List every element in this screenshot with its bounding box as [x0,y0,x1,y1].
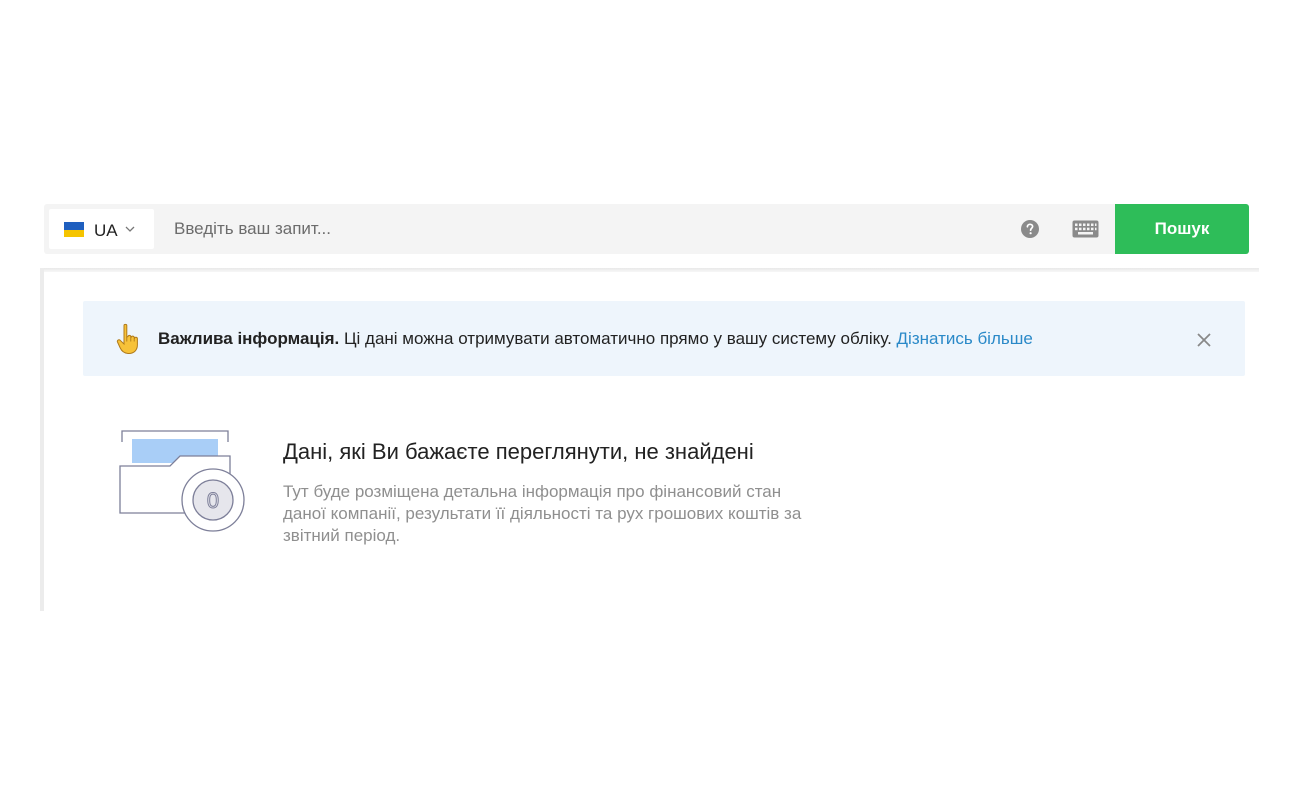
banner-text: Ці дані можна отримувати автоматично пря… [339,329,897,348]
keyboard-icon[interactable] [1072,220,1099,238]
pointing-up-hand-icon [116,323,138,355]
empty-state-description: Тут буде розміщена детальна інформація п… [283,482,802,545]
search-bar: UA Пошук [44,204,1249,254]
empty-state-title: Дані, які Ви бажаєте переглянути, не зна… [283,439,754,464]
banner-message: Важлива інформація. Ці дані можна отриму… [158,329,1033,349]
ukraine-flag-icon [64,222,84,237]
header-divider [42,268,1259,272]
learn-more-link[interactable]: Дізнатись більше [897,329,1033,348]
content-left-border [40,268,44,611]
banner-bold-text: Важлива інформація. [158,329,340,348]
search-input[interactable] [164,209,1004,249]
info-banner: Важлива інформація. Ці дані можна отриму… [83,301,1245,376]
empty-folder-coin-icon: 0 [119,430,245,532]
chevron-down-icon [125,226,135,232]
language-select[interactable]: UA [49,209,154,249]
page: UA Пошук [0,0,1300,800]
language-code: UA [94,221,118,240]
search-button[interactable]: Пошук [1115,204,1249,254]
coin-label: 0 [207,488,219,513]
question-circle-icon[interactable] [1021,220,1039,238]
close-icon[interactable] [1196,332,1212,348]
